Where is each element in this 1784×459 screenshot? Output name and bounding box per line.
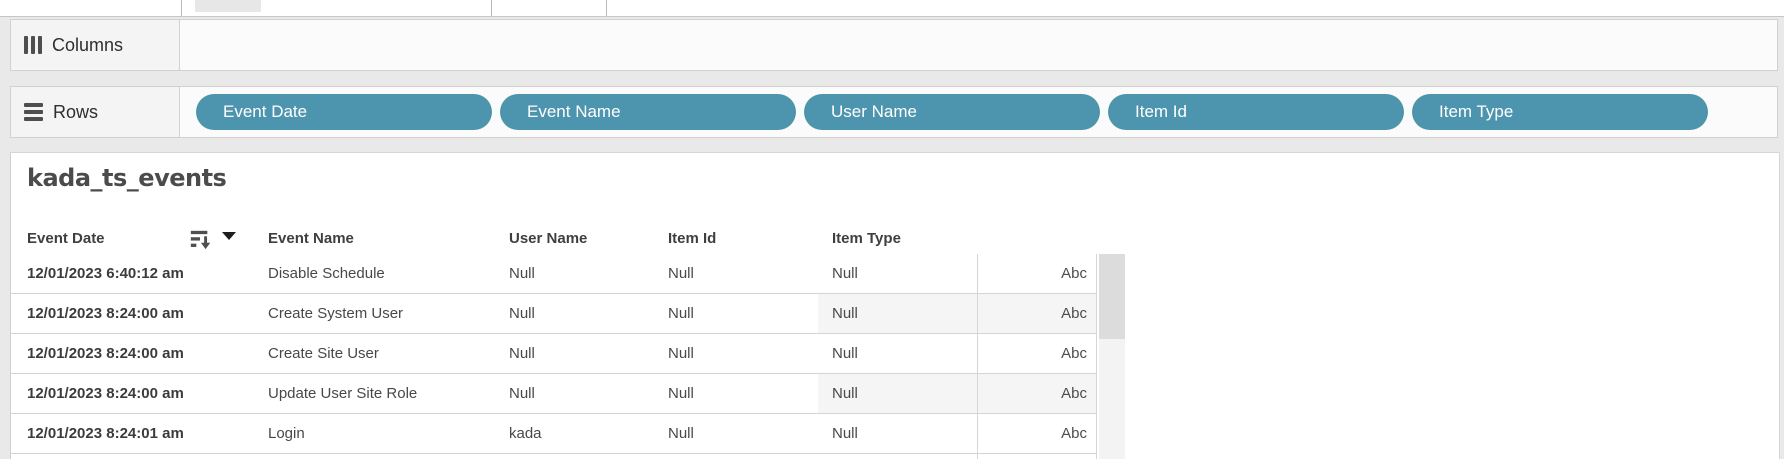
columns-shelf-label: Columns — [11, 20, 180, 70]
cell-event-date: 12/01/2023 6:40:12 am — [27, 254, 184, 293]
cell-event-name: Update User Site Role — [268, 374, 417, 413]
mark-placeholder-cell — [977, 454, 1097, 459]
cell-user-name: Null — [509, 294, 535, 333]
column-header-item-type[interactable]: Item Type — [832, 227, 901, 254]
table-body: 12/01/2023 6:40:12 am Disable Schedule N… — [11, 254, 1097, 459]
mark-placeholder-cell: Abc — [977, 414, 1097, 453]
table-row-partial[interactable] — [11, 454, 1097, 459]
mark-placeholder-cell: Abc — [977, 374, 1097, 413]
column-header-event-name[interactable]: Event Name — [268, 227, 354, 254]
header-menu-caret-icon[interactable] — [222, 232, 236, 240]
cell-event-date: 12/01/2023 8:24:00 am — [27, 334, 184, 373]
cell-user-name: Null — [509, 374, 535, 413]
table-row[interactable]: 12/01/2023 8:24:00 am Update User Site R… — [11, 374, 1097, 414]
columns-shelf-icon — [24, 36, 42, 54]
cell-event-date: 12/01/2023 8:24:00 am — [27, 374, 184, 413]
mark-placeholder-cell: Abc — [977, 334, 1097, 373]
cell-event-name: Login — [268, 414, 305, 453]
rows-pill-area[interactable]: Event DateEvent NameUser NameItem IdItem… — [180, 87, 1777, 137]
field-pill-item-id[interactable]: Item Id — [1108, 94, 1404, 130]
mark-placeholder-cell: Abc — [977, 254, 1097, 293]
cell-event-name: Disable Schedule — [268, 254, 385, 293]
cell-user-name: Null — [509, 254, 535, 293]
top-strip-divider — [491, 0, 492, 16]
cell-item-type — [818, 454, 977, 459]
field-pill-user-name[interactable]: User Name — [804, 94, 1100, 130]
top-strip-divider — [181, 0, 182, 16]
scrollbar-thumb[interactable] — [1099, 254, 1125, 339]
top-strip-divider — [606, 0, 607, 16]
cell-user-name: kada — [509, 414, 542, 453]
rows-shelf-icon — [24, 103, 43, 121]
table-row[interactable]: 12/01/2023 8:24:00 am Create System User… — [11, 294, 1097, 334]
columns-pill-area[interactable] — [180, 20, 1777, 70]
cell-item-type: Null — [818, 254, 977, 293]
column-header-user-name[interactable]: User Name — [509, 227, 587, 254]
cell-event-date: 12/01/2023 8:24:01 am — [27, 414, 184, 453]
cell-item-type: Null — [818, 334, 977, 373]
columns-shelf[interactable]: Columns — [10, 19, 1778, 71]
top-edge-strip — [0, 0, 1784, 17]
table-row[interactable]: 12/01/2023 8:24:01 am Login kada Null Nu… — [11, 414, 1097, 454]
table-header-row: Event Date Event Name User Name Item Id … — [11, 227, 1097, 256]
column-header-item-id[interactable]: Item Id — [668, 227, 716, 254]
cell-item-id: Null — [668, 254, 694, 293]
table-row[interactable]: 12/01/2023 8:24:00 am Create Site User N… — [11, 334, 1097, 374]
cell-event-name: Create System User — [268, 294, 403, 333]
cell-item-type: Null — [818, 294, 977, 333]
cell-event-name: Create Site User — [268, 334, 379, 373]
columns-shelf-label-text: Columns — [52, 35, 123, 56]
partial-tab-shape — [195, 0, 261, 12]
cell-item-id: Null — [668, 374, 694, 413]
cell-user-name: Null — [509, 334, 535, 373]
cell-item-type: Null — [818, 414, 977, 453]
mark-placeholder-cell: Abc — [977, 294, 1097, 333]
rows-shelf[interactable]: Rows Event DateEvent NameUser NameItem I… — [10, 86, 1778, 138]
cell-item-id: Null — [668, 294, 694, 333]
cell-event-date: 12/01/2023 8:24:00 am — [27, 294, 184, 333]
sort-descending-icon[interactable] — [185, 229, 215, 251]
vertical-scrollbar[interactable] — [1099, 254, 1125, 459]
sheet-title: kada_ts_events — [27, 164, 226, 192]
field-pill-event-name[interactable]: Event Name — [500, 94, 796, 130]
rows-shelf-label: Rows — [11, 87, 180, 137]
worksheet-panel: kada_ts_events Event Date Event Name Use… — [10, 152, 1780, 459]
cell-item-id: Null — [668, 414, 694, 453]
column-header-event-date[interactable]: Event Date — [27, 227, 105, 254]
field-pill-item-type[interactable]: Item Type — [1412, 94, 1708, 130]
table-row[interactable]: 12/01/2023 6:40:12 am Disable Schedule N… — [11, 254, 1097, 294]
cell-item-type: Null — [818, 374, 977, 413]
cell-item-id: Null — [668, 334, 694, 373]
field-pill-event-date[interactable]: Event Date — [196, 94, 492, 130]
rows-shelf-label-text: Rows — [53, 102, 98, 123]
